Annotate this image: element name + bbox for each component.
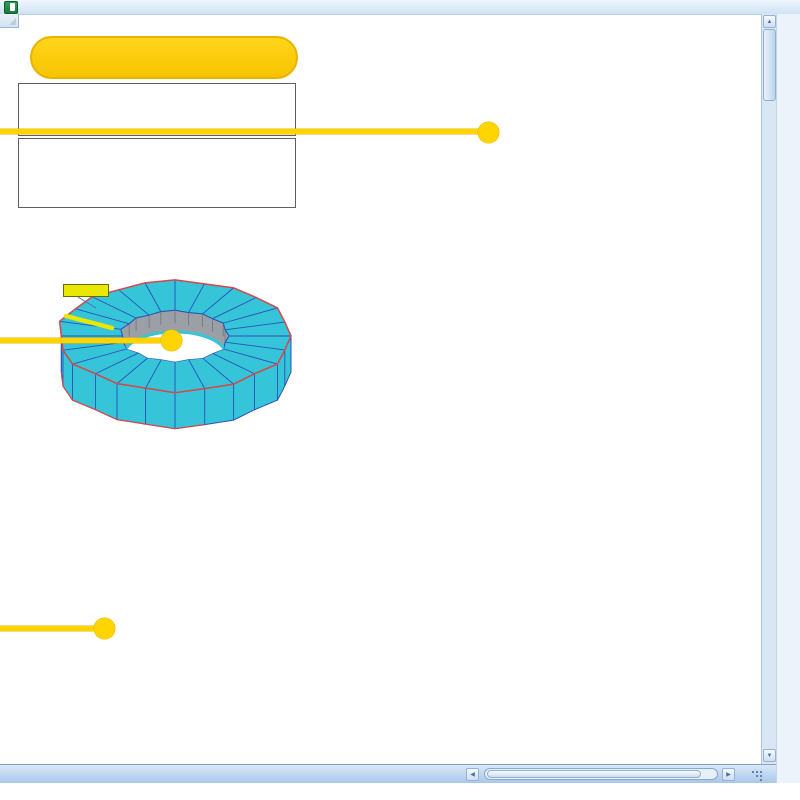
annotation-arrow-3[interactable] xyxy=(0,626,96,631)
flange-3d-chart[interactable] xyxy=(30,250,360,440)
horizontal-scroll-thumb[interactable] xyxy=(487,770,701,778)
sheet-tab-bar: ◀ ▶ xyxy=(0,764,776,783)
file-info-box xyxy=(18,138,296,208)
results-table-wrap xyxy=(18,433,512,764)
annotation-ball-2[interactable] xyxy=(161,330,182,351)
right-margin xyxy=(776,14,800,783)
bottom-margin xyxy=(0,783,800,800)
hscroll-right-button[interactable]: ▶ xyxy=(722,768,735,781)
hscroll-left-button[interactable]: ◀ xyxy=(466,768,479,781)
scroll-down-button[interactable]: ▼ xyxy=(763,749,776,762)
vertical-scrollbar[interactable]: ▲ ▼ xyxy=(761,14,776,764)
easy-laser-logo[interactable] xyxy=(30,36,298,79)
scroll-up-button[interactable]: ▲ xyxy=(763,15,776,28)
annotation-ball-3[interactable] xyxy=(94,618,115,639)
excel-document-icon xyxy=(4,1,18,14)
horizontal-scrollbar[interactable] xyxy=(484,768,718,780)
annotation-arrow-2[interactable] xyxy=(0,338,163,343)
title-bar xyxy=(0,0,800,15)
annotation-arrow-1[interactable] xyxy=(0,129,480,134)
excel-window: ▲ ▼ ◀ ▶ xyxy=(0,0,800,800)
vertical-scroll-thumb[interactable] xyxy=(763,29,776,101)
resize-grip[interactable] xyxy=(752,771,764,781)
pos-1-label[interactable] xyxy=(63,284,109,297)
select-all-corner[interactable] xyxy=(0,14,19,28)
torus-chart-svg xyxy=(30,250,360,440)
polar-flatness-chart[interactable] xyxy=(375,88,705,418)
annotation-ball-1[interactable] xyxy=(478,122,499,143)
